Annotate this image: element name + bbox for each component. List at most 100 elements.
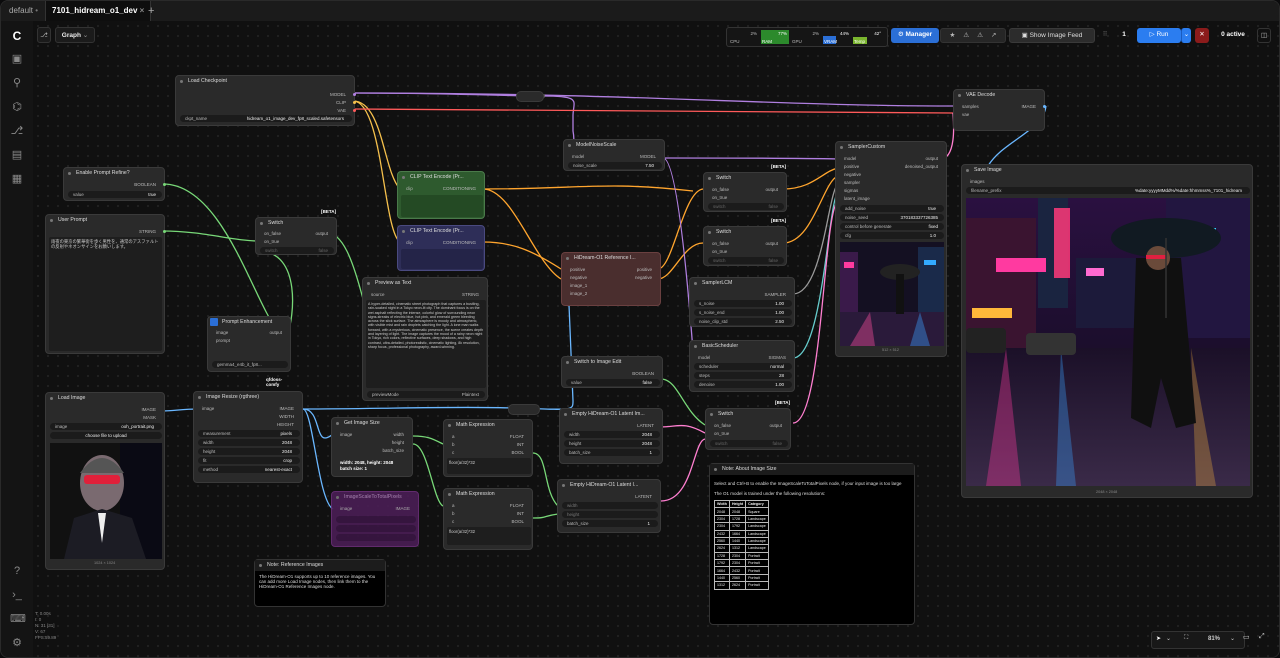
run-options-icon[interactable]: ⌄ <box>1181 28 1191 43</box>
height-widget[interactable]: height 2048 <box>564 440 660 447</box>
s-noise-end-widget[interactable]: s_noise_end 1.00 <box>694 309 792 316</box>
node-basic-scheduler[interactable]: BasicScheduler model SIGMAS scheduler nor… <box>689 340 795 392</box>
image-select-widget[interactable]: image ooh_portrait.png <box>50 423 162 430</box>
value-toggle[interactable]: value false <box>566 379 660 386</box>
preview-mode-widget[interactable]: previewMode Plaintext <box>367 391 485 398</box>
batch-size-widget[interactable]: batch_size 1 <box>564 449 660 456</box>
tab-workflow[interactable]: 7101_hidream_o1_dev × <box>45 1 152 21</box>
node-switch-to-image-edit[interactable]: Switch to Image Edit BOOLEAN value false <box>561 356 663 388</box>
prompt-textarea[interactable] <box>401 249 483 269</box>
pointer-icon[interactable]: ➤ <box>1156 635 1161 642</box>
add-noise-toggle[interactable]: add_noise true <box>840 205 944 212</box>
ckpt-name-widget[interactable]: ckpt_name hidream_o1_image_dev_fp8_scaled… <box>180 115 352 122</box>
control-before-generate-widget[interactable]: control before generate fixed <box>840 223 944 230</box>
output-slot[interactable] <box>353 101 356 104</box>
output-slot[interactable] <box>353 109 356 112</box>
share-icon[interactable]: ↗ <box>991 32 996 39</box>
graph-breadcrumb[interactable]: Graph ⌄ <box>55 27 95 43</box>
switch-widget[interactable]: switch false <box>710 440 788 447</box>
prompt-textarea[interactable]: 雨夜の東京の繁華街を歩く男性を、通常のアスファルトの反射やネオンサインをお願いし… <box>49 237 162 351</box>
node-load-checkpoint[interactable]: Load Checkpoint MODEL CLIP VAE ckpt_name… <box>175 75 356 126</box>
terminal-icon[interactable]: ›_ <box>10 588 24 602</box>
node-preview-as-text[interactable]: Preview as Text source STRING A hyper-de… <box>362 277 488 401</box>
node-save-image[interactable]: Save Image images filename_prefix %date:y… <box>961 164 1253 498</box>
node-switch[interactable]: Switch [BETA] on_false on_true output sw… <box>703 164 787 212</box>
widget[interactable] <box>336 525 416 532</box>
preview-textarea[interactable]: A hyper-detailed, cinematic street photo… <box>366 300 486 388</box>
scheduler-widget[interactable]: scheduler normal <box>694 363 792 370</box>
queue-icon[interactable]: ▦ <box>10 172 24 186</box>
output-slot[interactable] <box>163 230 166 233</box>
images-icon[interactable]: ▣ <box>10 52 24 66</box>
width-widget[interactable]: width 2048 <box>564 431 660 438</box>
widget[interactable] <box>336 534 416 541</box>
node-clip-text-encode-positive[interactable]: CLIP Text Encode (Pr... clip CONDITIONIN… <box>397 171 485 219</box>
node-sampler-lcm[interactable]: SamplerLCM SAMPLER s_noise 1.00 s_noise_e… <box>689 277 795 327</box>
node-prompt-enhancement[interactable]: Prompt Enhancement image prompt output g… <box>207 316 291 387</box>
manager-button[interactable]: ⚙ Manager <box>891 28 939 43</box>
help-icon[interactable]: ? <box>10 564 24 578</box>
zoom-level[interactable]: 81% <box>1208 636 1220 642</box>
expression-textarea[interactable]: floor(a/32)*32 <box>447 527 531 545</box>
node-clip-text-encode-negative[interactable]: CLIP Text Encode (Pr... clip CONDITIONIN… <box>397 225 485 271</box>
height-widget[interactable]: height 2048 <box>198 448 300 455</box>
node-empty-hidream-latent[interactable]: Empty HiDream-O1 Latent Im... LATENT wid… <box>559 408 663 464</box>
chevron-down-icon[interactable]: ⌄ <box>1166 635 1171 642</box>
noise-clip-std-widget[interactable]: noise_clip_std 2.50 <box>694 318 792 325</box>
interrupt-button[interactable]: ✕ <box>1195 28 1209 43</box>
switch-widget[interactable]: switch false <box>260 247 334 254</box>
warning-icon[interactable]: ⚠ <box>977 32 983 39</box>
node-user-prompt[interactable]: User Prompt STRING 雨夜の東京の繁華街を歩く男性を、通常のアス… <box>45 214 166 354</box>
upload-button[interactable]: choose file to upload <box>50 432 162 439</box>
drag-handle-icon[interactable]: ⠿ <box>1101 28 1109 43</box>
method-widget[interactable]: method nearest-exact <box>198 466 300 473</box>
workflow-actions-icon[interactable]: ⎇ <box>37 27 51 43</box>
show-image-feed-button[interactable]: ▣ Show Image Feed <box>1009 28 1095 43</box>
toggle-panel-icon[interactable]: ◫ <box>1257 28 1271 43</box>
node-load-image[interactable]: Load Image IMAGE MASK image ooh_portrait.… <box>45 392 165 570</box>
templates-icon[interactable]: ▤ <box>10 148 24 162</box>
chevron-down-icon[interactable]: ⌄ <box>1230 635 1235 642</box>
model-widget[interactable]: gemma4_e4b_it_fp8... <box>212 361 288 368</box>
output-slot[interactable] <box>1043 105 1046 108</box>
nodes-icon[interactable]: ⚲ <box>10 76 24 90</box>
node-note-reference[interactable]: Note: Reference Images The HiDream-O1 su… <box>254 559 386 607</box>
new-tab-icon[interactable]: + <box>142 1 160 21</box>
node-get-image-size[interactable]: Get Image Size image width height batch_… <box>331 417 413 477</box>
node-empty-hidream-latent[interactable]: Empty HiDream-O1 Latent I... LATENT widt… <box>557 479 661 533</box>
node-note-image-size[interactable]: Note: About Image Size Select and Ctrl+B… <box>709 463 915 625</box>
output-slot[interactable] <box>353 93 356 96</box>
value-toggle[interactable]: value true <box>68 191 162 198</box>
workflows-icon[interactable]: ⎇ <box>10 124 24 138</box>
node-image-resize[interactable]: Image Resize (rgthree) image IMAGE WIDTH… <box>193 391 303 483</box>
height-input[interactable]: height <box>562 511 658 518</box>
width-input[interactable]: width <box>562 502 658 509</box>
node-bypassed[interactable]: ImageScaleToTotalPixels image IMAGE <box>331 491 419 547</box>
comfy-logo-icon[interactable]: C <box>10 29 24 43</box>
width-widget[interactable]: width 2048 <box>198 439 300 446</box>
s-noise-widget[interactable]: s_noise 1.00 <box>694 300 792 307</box>
node-model-noise-scale[interactable]: ModelNoiseScale model MODEL noise_scale 7… <box>563 139 665 171</box>
switch-widget[interactable]: switch false <box>708 257 784 264</box>
settings-icon[interactable]: ⚙ <box>10 636 24 650</box>
node-enable-prompt-refine[interactable]: Enable Prompt Refine? BOOLEAN value true <box>63 167 166 201</box>
noise-seed-widget[interactable]: noise_seed 370183337726385 <box>840 214 944 221</box>
reroute-node[interactable] <box>508 404 540 415</box>
fit-view-icon[interactable]: ⛶ <box>1184 635 1188 642</box>
fit-widget[interactable]: fit crop <box>198 457 300 464</box>
node-switch[interactable]: Switch [BETA] on_false on_true output sw… <box>703 218 787 266</box>
models-icon[interactable]: ⌬ <box>10 100 24 114</box>
queue-count-input[interactable]: 1 <box>1113 28 1135 43</box>
filename-prefix-widget[interactable]: filename_prefix %date:yyyyMMdd%/%date:hhm… <box>966 187 1250 194</box>
node-switch[interactable]: Switch [BETA] on_false on_true output sw… <box>705 400 791 450</box>
node-sampler-custom[interactable]: SamplerCustom model positive negative sa… <box>835 141 947 357</box>
steps-widget[interactable]: steps 28 <box>694 372 792 379</box>
batch-size-widget[interactable]: batch_size 1 <box>562 520 658 527</box>
reroute-node[interactable] <box>516 91 544 102</box>
cfg-widget[interactable]: cfg 1.0 <box>840 232 944 239</box>
expression-textarea[interactable]: floor(a/32)*32 <box>447 458 531 474</box>
node-switch[interactable]: Switch [BETA] on_false on_true output sw… <box>255 209 337 255</box>
star-icon[interactable]: ★ <box>950 32 956 39</box>
node-math-expression[interactable]: Math Expression a b c FLOAT INT BOOL flo… <box>443 419 533 477</box>
output-slot[interactable] <box>163 183 166 186</box>
